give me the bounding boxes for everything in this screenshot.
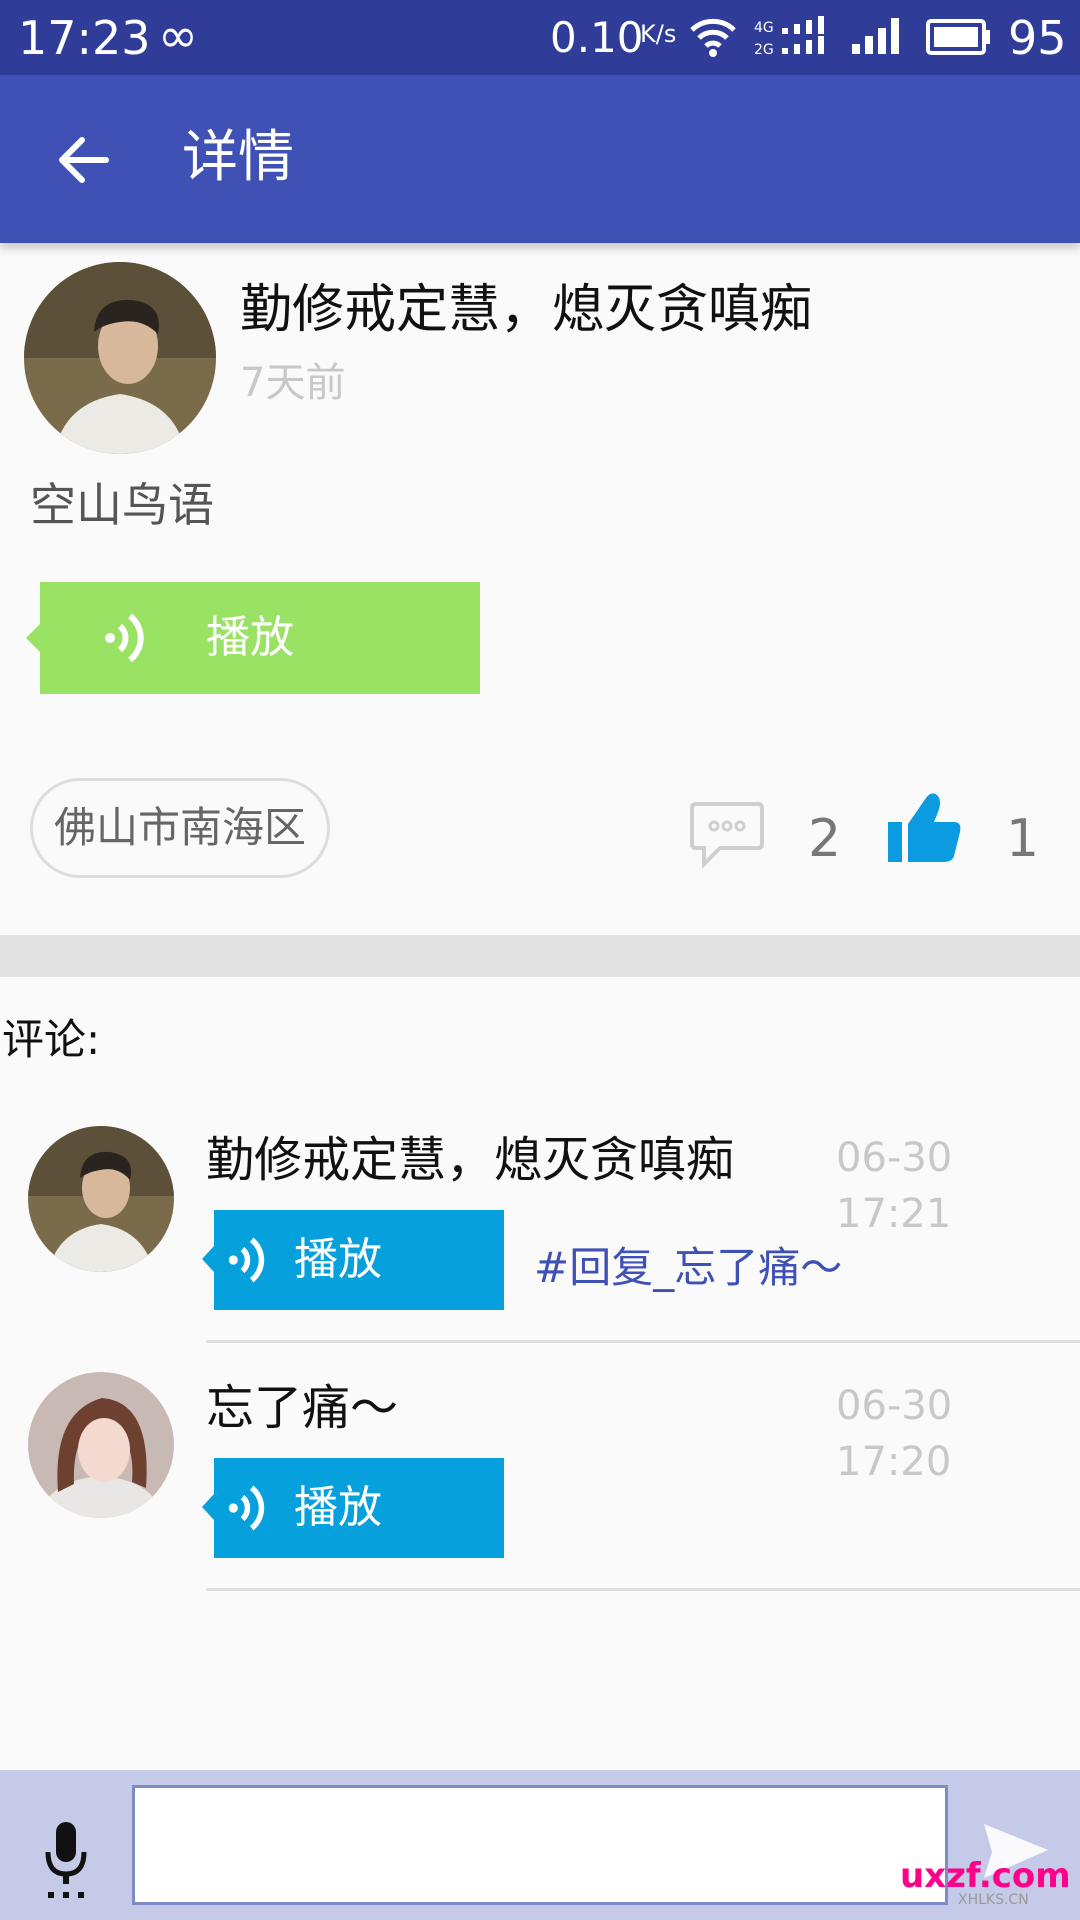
svg-text:2G: 2G [754, 42, 774, 58]
comment-avatar[interactable] [28, 1372, 174, 1518]
wifi-icon [690, 18, 736, 57]
like-count: 1 [1006, 809, 1040, 869]
comments-heading: 评论: [2, 1015, 101, 1064]
sound-wave-icon [228, 1237, 265, 1283]
avatar-image [28, 1372, 174, 1518]
post-voice-play-button[interactable]: 播放 [26, 582, 480, 694]
battery-level: 95 [1008, 11, 1067, 65]
comment-count: 2 [808, 809, 842, 869]
status-time: 17:23 [18, 11, 151, 65]
comment-voice-play-button[interactable]: 播放 [202, 1458, 504, 1558]
like-thumb-icon[interactable] [886, 790, 962, 864]
app-bar [0, 75, 1080, 243]
comment-input[interactable] [132, 1785, 948, 1905]
comment-author-name[interactable]: 勤修戒定慧，熄灭贪嗔痴 [206, 1128, 734, 1192]
microphone-icon[interactable] [42, 1820, 90, 1902]
section-divider [0, 935, 1080, 977]
reply-tag[interactable]: #回复_忘了痛～ [534, 1238, 842, 1298]
comment-icon[interactable] [690, 800, 764, 870]
infinity-icon: ∞ [158, 8, 198, 64]
comment-voice-play-button[interactable]: 播放 [202, 1210, 504, 1310]
comment-time: 06-30 17:21 [836, 1135, 953, 1237]
comment-avatar[interactable] [28, 1126, 174, 1272]
avatar-image [24, 262, 216, 454]
comment-separator [206, 1340, 1080, 1343]
watermark-logo: uxzf.com [900, 1856, 1071, 1896]
page-title: 详情 [182, 125, 294, 190]
network-4g-2g-icon: 4G 2G [754, 16, 824, 58]
sound-wave-icon [228, 1485, 265, 1531]
comment-author-name[interactable]: 忘了痛～ [206, 1376, 398, 1440]
net-speed: 0.10 [550, 13, 644, 62]
voice-play-label: 播放 [206, 612, 294, 663]
voice-play-label: 播放 [294, 1234, 382, 1285]
signal-icon [852, 18, 899, 54]
author-avatar[interactable] [24, 262, 216, 454]
comment-separator [206, 1588, 1080, 1591]
comment-time: 06-30 17:20 [836, 1383, 953, 1485]
location-tag[interactable]: 佛山市南海区 [30, 778, 330, 878]
sound-wave-icon [105, 613, 144, 663]
post-timestamp: 7天前 [240, 360, 346, 406]
post-text: 空山鸟语 [30, 478, 214, 532]
watermark-sub: XHLKS.CN [958, 1892, 1029, 1908]
svg-text:4G: 4G [754, 20, 774, 36]
back-arrow-icon[interactable] [56, 132, 112, 188]
net-speed-unit: K/s [640, 20, 677, 48]
avatar-image [28, 1126, 174, 1272]
battery-icon [926, 19, 990, 55]
post-author-name[interactable]: 勤修戒定慧，熄灭贪嗔痴 [240, 275, 812, 345]
voice-play-label: 播放 [294, 1482, 382, 1533]
